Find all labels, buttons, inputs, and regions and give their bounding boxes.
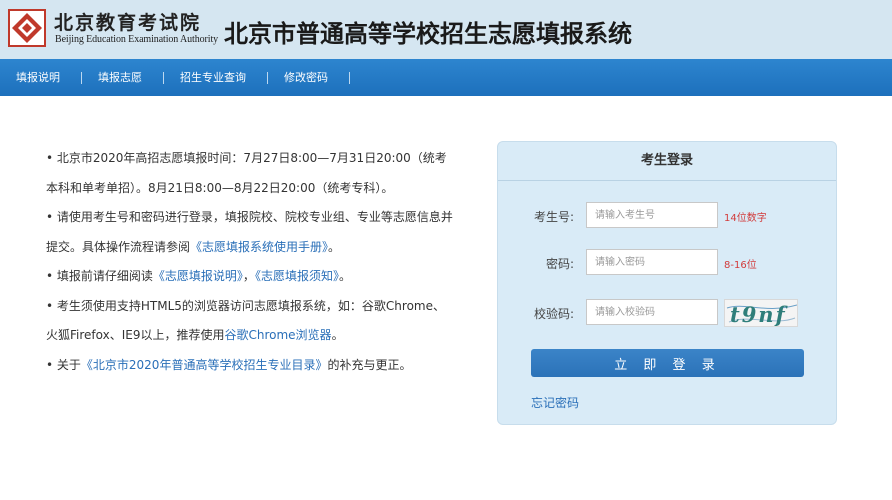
notice-text: 。 <box>338 269 351 283</box>
forgot-password-link[interactable]: 忘记密码 <box>531 394 579 411</box>
candidate-id-input[interactable] <box>586 202 718 228</box>
notice-text: • 北京市2020年高招志愿填报时间：7月27日8:00—7月31日20:00（… <box>46 151 447 195</box>
major-catalog-link[interactable]: 《北京市2020年普通高等学校招生专业目录》 <box>81 358 328 372</box>
main-nav: 填报说明 填报志愿 招生专业查询 修改密码 <box>0 59 892 96</box>
login-button[interactable]: 立 即 登 录 <box>531 349 804 377</box>
notice-text: • 填报前请仔细阅读 <box>46 269 153 283</box>
password-label: 密码: <box>545 257 574 271</box>
logo-chinese-name: 北京教育考试院 <box>54 12 202 34</box>
password-hint: 8-16位 <box>724 260 757 271</box>
login-title: 考生登录 <box>498 142 836 181</box>
nav-item-fill-application[interactable]: 填报志愿 <box>82 59 164 96</box>
captcha-input[interactable] <box>586 299 718 325</box>
logo-english-name: Beijing Education Examination Authority <box>55 34 219 45</box>
notice-text: ， <box>242 269 255 283</box>
captcha-image[interactable]: t9nf <box>724 299 798 327</box>
notice-item: • 填报前请仔细阅读《志愿填报说明》，《志愿填报须知》。 <box>46 262 456 292</box>
login-panel: 考生登录 考生号: 14位数字 密码: 8-16位 校验码: t9nf 立 即 … <box>497 141 837 425</box>
notice-text: 的补充与更正。 <box>327 357 412 372</box>
notice-item: • 请使用考生号和密码进行登录，填报院校、院校专业组、专业等志愿信息并提交。具体… <box>46 203 456 262</box>
candidate-id-label: 考生号: <box>533 210 574 224</box>
header: 北京教育考试院 Beijing Education Examination Au… <box>0 0 892 59</box>
page-title: 北京市普通高等学校招生志愿填报系统 <box>224 20 632 48</box>
nav-item-instructions[interactable]: 填报说明 <box>0 59 82 96</box>
password-input[interactable] <box>586 249 718 275</box>
manual-link[interactable]: 《志愿填报系统使用手册》 <box>190 240 328 254</box>
notice-item: • 北京市2020年高招志愿填报时间：7月27日8:00—7月31日20:00（… <box>46 144 456 203</box>
notice-item: • 考生须使用支持HTML5的浏览器访问志愿填报系统，如：谷歌Chrome、火狐… <box>46 292 456 351</box>
captcha-text: t9nf <box>730 302 789 327</box>
notice-list: • 北京市2020年高招志愿填报时间：7月27日8:00—7月31日20:00（… <box>46 144 456 380</box>
guidelines-link[interactable]: 《志愿填报须知》 <box>255 269 339 283</box>
notice-text: 。 <box>328 239 341 254</box>
notice-text: 。 <box>331 328 344 342</box>
chrome-download-link[interactable]: 谷歌Chrome浏览器 <box>224 328 331 342</box>
notice-item: • 关于《北京市2020年普通高等学校招生专业目录》的补充与更正。 <box>46 351 456 381</box>
notice-text: • 关于 <box>46 357 81 372</box>
education-authority-logo-icon <box>8 9 46 47</box>
nav-item-major-search[interactable]: 招生专业查询 <box>164 59 268 96</box>
captcha-noise: t9nf <box>726 302 797 327</box>
instructions-link[interactable]: 《志愿填报说明》 <box>153 269 243 283</box>
captcha-label: 校验码: <box>533 307 574 321</box>
nav-item-change-password[interactable]: 修改密码 <box>268 59 350 96</box>
candidate-id-hint: 14位数字 <box>724 213 767 224</box>
